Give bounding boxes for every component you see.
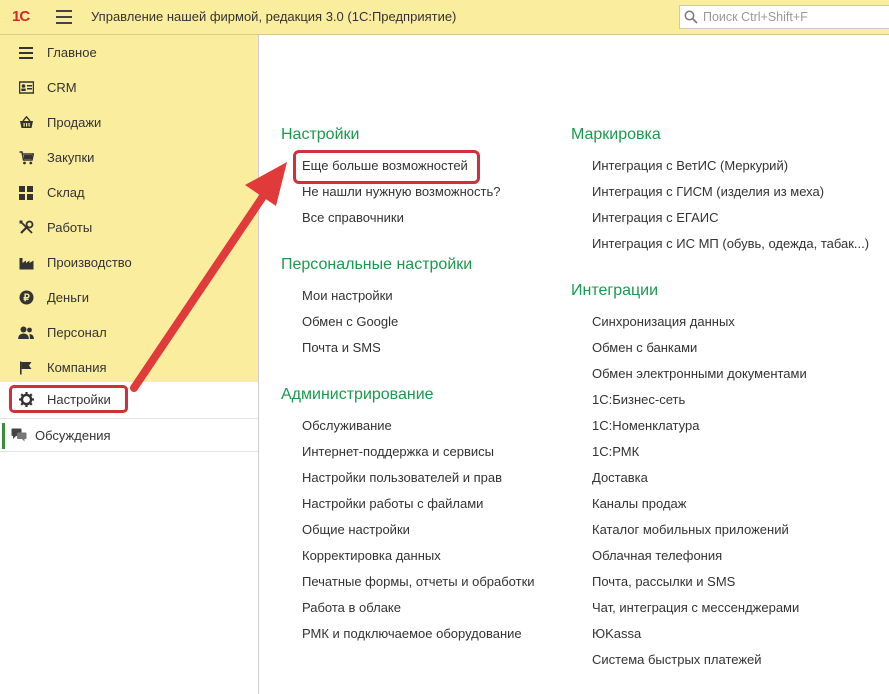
link-user-rights[interactable]: Настройки пользователей и прав: [302, 470, 502, 485]
sidebar-item-label: Компания: [47, 360, 107, 375]
sidebar-item-label: Продажи: [47, 115, 102, 130]
link-pos-equipment[interactable]: РМК и подключаемое оборудование: [302, 626, 522, 641]
tools-icon: [18, 220, 34, 236]
search-icon: [684, 10, 698, 24]
sidebar-item-label: Склад: [47, 185, 85, 200]
link-file-settings[interactable]: Настройки работы с файлами: [302, 496, 483, 511]
app-logo: 1С: [12, 8, 30, 25]
sidebar-item-purchases[interactable]: Закупки: [0, 140, 258, 175]
sidebar-item-warehouse[interactable]: Склад: [0, 175, 258, 210]
link-mobile-apps[interactable]: Каталог мобильных приложений: [592, 522, 789, 537]
contact-card-icon: [18, 80, 34, 96]
discussions-label: Обсуждения: [35, 427, 111, 443]
people-icon: [18, 325, 34, 341]
section-title-marking: Маркировка: [571, 126, 661, 143]
sidebar-item-label: Персонал: [47, 325, 107, 340]
chat-bubbles-icon: [11, 428, 27, 442]
sidebar-item-label: Деньги: [47, 290, 89, 305]
link-internet-support[interactable]: Интернет-поддержка и сервисы: [302, 444, 494, 459]
search-placeholder: Поиск Ctrl+Shift+F: [703, 10, 808, 24]
search-input[interactable]: Поиск Ctrl+Shift+F: [679, 5, 889, 29]
coin-icon: ₽: [18, 290, 34, 306]
link-nomenclature[interactable]: 1С:Номенклатура: [592, 418, 699, 433]
app-title: Управление нашей фирмой, редакция 3.0 (1…: [91, 9, 457, 24]
link-all-catalogs[interactable]: Все справочники: [302, 210, 404, 225]
sidebar-item-sales[interactable]: Продажи: [0, 105, 258, 140]
cart-icon: [18, 150, 34, 166]
link-google-exchange[interactable]: Обмен с Google: [302, 314, 398, 329]
link-edi[interactable]: Обмен электронными документами: [592, 366, 807, 381]
link-data-sync[interactable]: Синхронизация данных: [592, 314, 735, 329]
grid-boxes-icon: [18, 185, 34, 201]
link-gism[interactable]: Интеграция с ГИСМ (изделия из меха): [592, 184, 824, 199]
link-vetis[interactable]: Интеграция с ВетИС (Меркурий): [592, 158, 788, 173]
annotation-highlight-settings: [9, 385, 128, 413]
section-title-settings: Настройки: [281, 126, 360, 143]
link-messengers[interactable]: Чат, интеграция с мессенджерами: [592, 600, 799, 615]
link-is-mp[interactable]: Интеграция с ИС МП (обувь, одежда, табак…: [592, 236, 869, 251]
main-menu-icon[interactable]: [56, 10, 72, 24]
link-bank-exchange[interactable]: Обмен с банками: [592, 340, 697, 355]
link-mail-sms[interactable]: Почта и SMS: [302, 340, 381, 355]
link-fast-payments[interactable]: Система быстрых платежей: [592, 652, 762, 667]
link-maintenance[interactable]: Обслуживание: [302, 418, 392, 433]
link-data-correction[interactable]: Корректировка данных: [302, 548, 441, 563]
link-cloud-work[interactable]: Работа в облаке: [302, 600, 401, 615]
svg-text:₽: ₽: [23, 293, 30, 304]
link-cloud-telephony[interactable]: Облачная телефония: [592, 548, 722, 563]
link-print-forms[interactable]: Печатные формы, отчеты и обработки: [302, 574, 535, 589]
link-delivery[interactable]: Доставка: [592, 470, 648, 485]
link-yookassa[interactable]: ЮKassa: [592, 626, 641, 641]
sidebar-item-crm[interactable]: CRM: [0, 70, 258, 105]
sidebar-item-main[interactable]: Главное: [0, 35, 258, 70]
sidebar-item-label: Производство: [47, 255, 132, 270]
link-feature-not-found[interactable]: Не нашли нужную возможность?: [302, 184, 500, 199]
sidebar-item-label: CRM: [47, 80, 77, 95]
sidebar-item-label: Закупки: [47, 150, 95, 165]
annotation-highlight-more-features: [293, 150, 480, 184]
link-rmk[interactable]: 1С:РМК: [592, 444, 639, 459]
sidebar-item-money[interactable]: ₽ Деньги: [0, 280, 258, 315]
sidebar-item-works[interactable]: Работы: [0, 210, 258, 245]
link-sales-channels[interactable]: Каналы продаж: [592, 496, 686, 511]
top-bar: 1С Управление нашей фирмой, редакция 3.0…: [0, 0, 889, 35]
factory-icon: [18, 255, 34, 271]
basket-icon: [18, 115, 34, 131]
section-title-personal-settings: Персональные настройки: [281, 256, 473, 273]
sidebar-item-company[interactable]: Компания: [0, 350, 258, 385]
menu-lines-icon: [18, 45, 34, 61]
link-mail-mailing-sms[interactable]: Почта, рассылки и SMS: [592, 574, 735, 589]
flag-icon: [18, 360, 34, 376]
sidebar-item-label: Главное: [47, 45, 97, 60]
sidebar-item-label: Работы: [47, 220, 93, 235]
link-my-settings[interactable]: Мои настройки: [302, 288, 393, 303]
sidebar-item-personnel[interactable]: Персонал: [0, 315, 258, 350]
link-business-network[interactable]: 1С:Бизнес-сеть: [592, 392, 685, 407]
link-general-settings[interactable]: Общие настройки: [302, 522, 410, 537]
discussions-indicator: [2, 423, 5, 449]
sidebar: Главное CRM Продажи Закупки Склад Работы: [0, 35, 259, 694]
discussions-panel[interactable]: Обсуждения: [0, 418, 258, 452]
sidebar-item-production[interactable]: Производство: [0, 245, 258, 280]
section-title-administration: Администрирование: [281, 386, 434, 403]
section-title-integrations: Интеграции: [571, 282, 659, 299]
link-egais[interactable]: Интеграция с ЕГАИС: [592, 210, 718, 225]
